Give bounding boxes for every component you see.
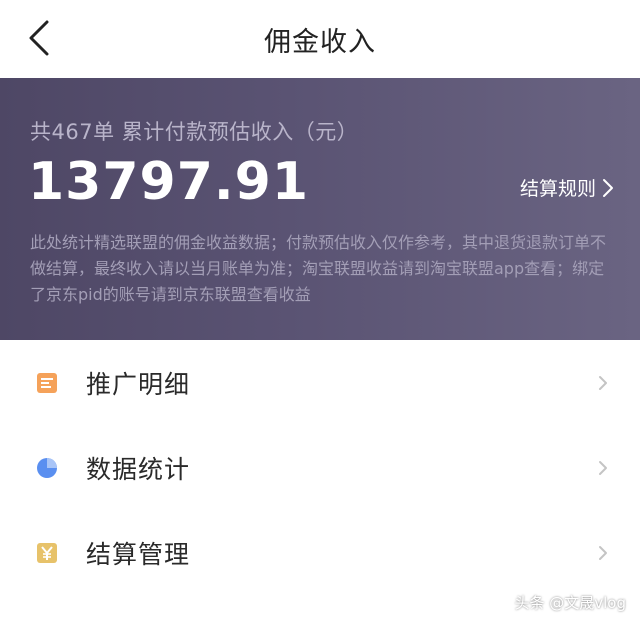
menu-item-data-statistics[interactable]: 数据统计 bbox=[0, 425, 640, 510]
menu-item-settlement-management[interactable]: 结算管理 bbox=[0, 510, 640, 595]
yen-icon bbox=[36, 542, 58, 564]
watermark: 头条 @文晟vlog bbox=[514, 594, 626, 612]
menu-list: 推广明细 数据统计 结算管理 bbox=[0, 340, 640, 595]
order-summary-text: 共467单 累计付款预估收入（元） bbox=[30, 120, 359, 144]
chevron-right-icon bbox=[599, 460, 607, 475]
chevron-right-icon bbox=[599, 545, 607, 560]
nav-bar: 佣金收入 bbox=[0, 0, 640, 78]
income-notice-text: 此处统计精选联盟的佣金收益数据；付款预估收入仅作参考，其中退货退款订单不做结算，… bbox=[30, 233, 607, 304]
settlement-rules-label: 结算规则 bbox=[519, 178, 596, 200]
total-income-amount: 13797.91 bbox=[28, 152, 310, 212]
chevron-right-icon bbox=[603, 178, 613, 197]
page-title: 佣金收入 bbox=[264, 27, 376, 58]
menu-item-promotion-details[interactable]: 推广明细 bbox=[0, 340, 640, 425]
menu-item-label: 数据统计 bbox=[86, 454, 191, 484]
income-summary-banner: 共467单 累计付款预估收入（元） 13797.91 结算规则 此处统计精选联盟… bbox=[0, 78, 640, 340]
menu-item-label: 结算管理 bbox=[86, 539, 191, 569]
pie-chart-icon bbox=[36, 457, 58, 479]
document-icon bbox=[36, 372, 58, 394]
chevron-right-icon bbox=[599, 375, 607, 390]
menu-item-label: 推广明细 bbox=[86, 369, 191, 399]
settlement-rules-link[interactable]: 结算规则 bbox=[520, 174, 614, 201]
